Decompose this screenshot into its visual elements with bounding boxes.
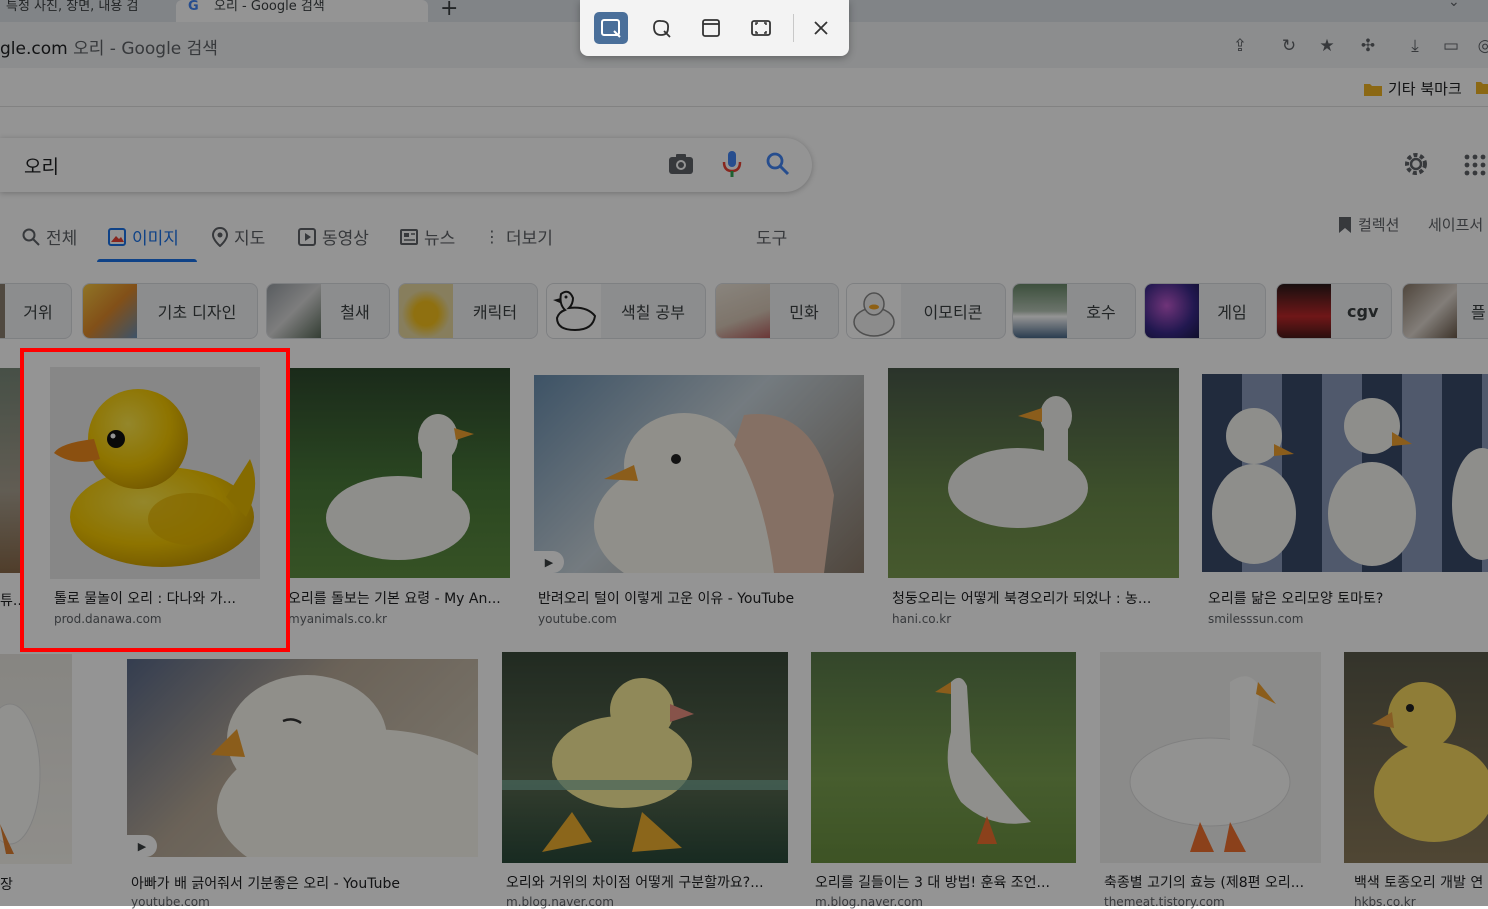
toolbar-separator <box>793 14 794 42</box>
fullscreen-capture-button[interactable] <box>744 12 778 44</box>
close-icon <box>814 21 828 35</box>
window-capture-icon <box>702 19 720 37</box>
close-capture-button[interactable] <box>804 12 838 44</box>
rectangle-capture-button[interactable] <box>594 12 628 44</box>
rectangle-capture-icon <box>601 19 621 38</box>
selected-result-highlight <box>20 348 290 652</box>
freeform-capture-icon <box>653 19 671 38</box>
window-capture-button[interactable] <box>694 12 728 44</box>
freeform-capture-button[interactable] <box>644 12 678 44</box>
fullscreen-capture-icon <box>751 20 771 36</box>
